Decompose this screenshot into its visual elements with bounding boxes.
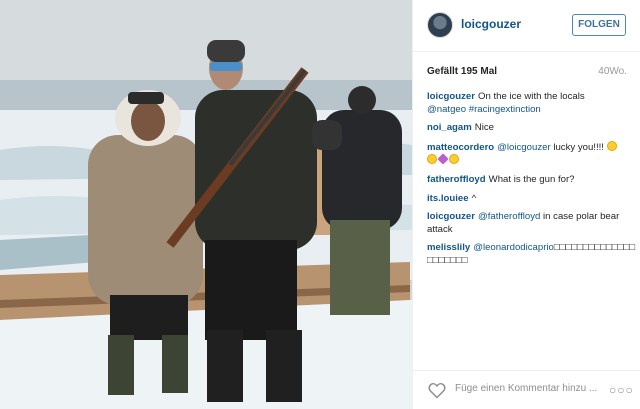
comment-item: melisslily @leonardodicaprio□□□□□□□□□□□□□…: [427, 242, 637, 267]
comment-username[interactable]: loicgouzer: [427, 91, 475, 102]
photo-illustration: [0, 0, 412, 409]
comment-text: ^: [471, 192, 477, 204]
comment-mention[interactable]: @loicgouzer: [497, 142, 550, 153]
comment-item: loicgouzer @fatheroffloyd in case polar b…: [427, 211, 637, 236]
comment-item: noi_agam Nice: [427, 122, 637, 135]
likes-count[interactable]: Gefällt 195 Mal: [427, 66, 497, 77]
comment-username[interactable]: matteocordero: [427, 142, 494, 153]
post-stats: Gefällt 195 Mal 40Wo.: [427, 66, 627, 80]
comment-username[interactable]: its.louiee: [427, 193, 469, 204]
smile-emoji-icon: [606, 140, 617, 151]
heart-outline-icon[interactable]: [427, 380, 447, 400]
post-age[interactable]: 40Wo.: [598, 66, 627, 77]
comment-mention[interactable]: @fatheroffloyd: [478, 211, 540, 222]
post-header: loicgouzer FOLGEN: [413, 0, 640, 52]
comment-text: lucky you!!!!: [553, 141, 604, 153]
ellipsis-icon[interactable]: ○○○: [609, 383, 634, 397]
comment-text: Nice: [474, 122, 494, 134]
heart-emoji-icon: [437, 153, 449, 166]
comment-bar: Füge einen Kommentar hinzu ... ○○○: [413, 370, 640, 409]
comment-text: What is the gun for?: [488, 173, 575, 185]
comment-username[interactable]: melisslily: [427, 242, 470, 253]
comment-username[interactable]: noi_agam: [427, 122, 472, 133]
avatar[interactable]: [427, 12, 453, 38]
comment-mention[interactable]: @leonardodicaprio: [473, 242, 554, 253]
comment-list: loicgouzer On the ice with the locals @na…: [427, 91, 637, 274]
comment-hashtags[interactable]: @natgeo #racingextinction: [427, 104, 541, 115]
smile-emoji-icon: [449, 154, 459, 165]
comment-username[interactable]: fatheroffloyd: [427, 174, 486, 185]
comment-item: matteocordero @loicgouzer lucky you!!!!: [427, 140, 637, 168]
post-sidebar: loicgouzer FOLGEN Gefällt 195 Mal 40Wo. …: [412, 0, 640, 409]
comment-username[interactable]: loicgouzer: [427, 211, 475, 222]
header-username[interactable]: loicgouzer: [461, 17, 521, 31]
post-photo: [0, 0, 412, 409]
comment-text: On the ice with the locals: [477, 91, 585, 102]
follow-button[interactable]: FOLGEN: [572, 14, 626, 36]
comment-item: fatheroffloyd What is the gun for?: [427, 174, 637, 187]
smile-emoji-icon: [427, 154, 437, 165]
add-comment-input[interactable]: Füge einen Kommentar hinzu ...: [455, 383, 597, 394]
comment-item: loicgouzer On the ice with the locals @na…: [427, 91, 637, 116]
comment-item: its.louiee ^: [427, 193, 637, 206]
